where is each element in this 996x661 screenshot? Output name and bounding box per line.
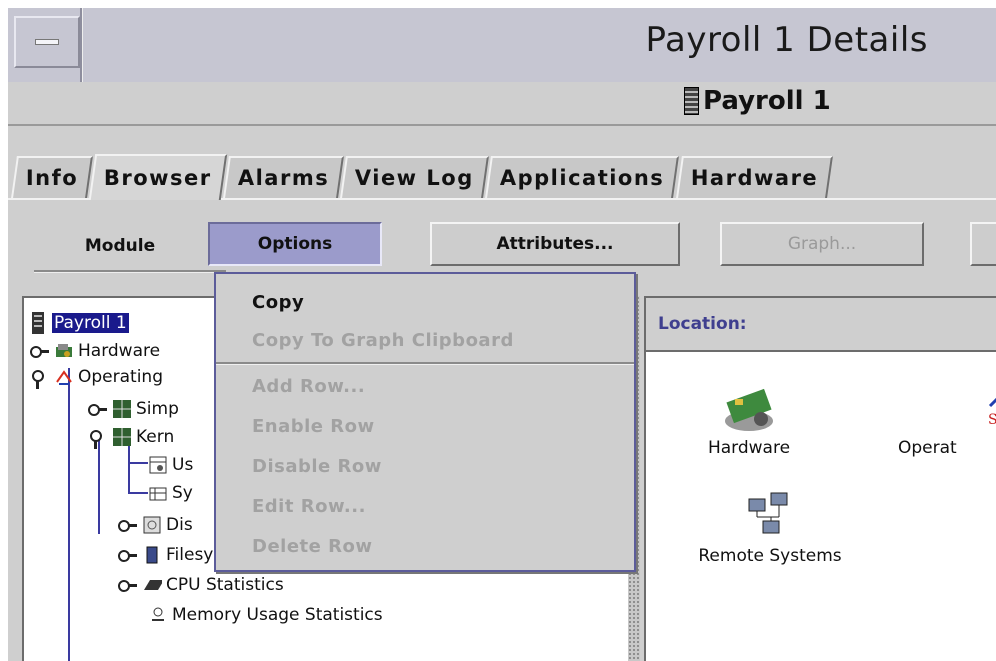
table-icon [148,455,168,475]
tab-info[interactable]: Info [11,156,94,198]
tree-label: Sy [172,483,193,503]
tab-info-label: Info [25,166,79,190]
collapse-icon[interactable] [30,370,44,389]
tree-line [128,462,148,464]
expand-icon[interactable] [88,402,107,416]
hardware-card-icon [694,378,804,438]
tab-hardware-label: Hardware [690,166,819,190]
window-menu-button[interactable] [14,16,80,68]
module-grid-icon [112,399,132,419]
cpu-chip-icon [142,575,162,595]
window-menu-icon [35,39,59,45]
memory-icon [148,605,168,625]
location-item-label: Remote Systems [698,546,842,566]
module-menu-button[interactable]: Module [38,224,202,268]
module-grid-icon [112,427,132,447]
tab-alarms-label: Alarms [237,166,330,190]
details-window: Payroll 1 Details Payroll 1 Info Browser… [6,6,996,661]
disk-icon [142,515,162,535]
tree-label: Memory Usage Statistics [172,605,383,625]
window-title: Payroll 1 Details [645,20,928,60]
server-icon [28,312,48,334]
host-header: Payroll 1 [8,82,996,126]
tab-bar: Info Browser Alarms View Log Application… [11,154,834,200]
title-bar: Payroll 1 Details [8,8,996,84]
hardware-icon [54,341,74,361]
location-item-label: Hardware [707,438,791,458]
tree-node-kernel[interactable]: Kern [88,424,174,450]
menu-item-copy[interactable]: Copy [252,292,304,313]
tab-alarms[interactable]: Alarms [223,156,345,198]
tree-label: Simp [136,399,179,419]
collapse-icon[interactable] [88,430,102,449]
expand-icon[interactable] [118,518,137,532]
options-menu-button[interactable]: Options [208,222,382,266]
tree-node-disk[interactable]: Dis [118,512,193,538]
tree-node-system[interactable]: Sy [148,480,193,506]
location-item-remote-systems[interactable]: Remote Systems [680,486,860,566]
expand-icon[interactable] [118,578,137,592]
tree-root[interactable]: Payroll 1 [28,310,129,336]
tree-node-memory[interactable]: Memory Usage Statistics [148,602,383,628]
tree-line [128,492,148,494]
tab-applications[interactable]: Applications [485,156,680,198]
tab-view-log[interactable]: View Log [340,156,490,198]
location-bar: Location: [646,298,996,352]
tree-label: Us [172,455,194,475]
menu-item-copy-to-graph-clipboard[interactable]: Copy To Graph Clipboard [252,330,514,351]
menu-item-enable-row[interactable]: Enable Row [252,416,375,437]
tab-browser[interactable]: Browser [89,154,228,200]
location-pane: Location: Hardware Sc Operat [644,296,996,661]
tree-node-user[interactable]: Us [148,452,193,478]
title-bar-divider [80,8,82,82]
location-item-operating-system[interactable]: Sc Operat [898,378,996,458]
tree-line [68,368,70,661]
tree-label: Operating [78,367,163,387]
toolbar-divider [34,270,226,272]
menu-item-disable-row[interactable]: Disable Row [252,456,382,477]
tab-browser-label: Browser [104,166,212,190]
menu-separator [216,362,634,364]
tree-node-cpu[interactable]: CPU Statistics [118,572,284,598]
menu-item-edit-row[interactable]: Edit Row... [252,496,366,517]
server-icon [684,87,699,115]
network-computers-icon [680,486,860,546]
tree-node-simple[interactable]: Simp [88,396,179,422]
svg-text:Sc: Sc [988,412,996,428]
next-toolbar-button[interactable] [970,222,996,266]
location-item-hardware[interactable]: Hardware [694,378,804,458]
tree-label: Hardware [78,341,161,361]
tree-label: Kern [136,427,175,447]
solaris-logo-icon [54,367,74,387]
tree-node-hardware[interactable]: Hardware [30,338,160,364]
tab-view-log-label: View Log [355,166,475,190]
options-dropdown-menu: Copy Copy To Graph Clipboard Add Row... … [214,272,636,572]
location-label: Location: [658,314,747,334]
expand-icon[interactable] [118,548,137,562]
tree-label: CPU Statistics [166,575,284,595]
expand-icon[interactable] [30,344,49,358]
menu-item-delete-row[interactable]: Delete Row [252,536,372,557]
tree-node-operating[interactable]: Operating [30,364,163,390]
host-name: Payroll 1 [703,86,831,116]
tree-label: Dis [166,515,193,535]
host-name-label: Payroll 1 [684,86,831,116]
tab-applications-label: Applications [500,166,665,190]
filesystem-icon [142,545,162,565]
tab-hardware[interactable]: Hardware [675,156,834,198]
tree-root-label: Payroll 1 [52,313,129,333]
solaris-logo-icon: Sc [898,378,996,438]
menu-item-add-row[interactable]: Add Row... [252,376,365,397]
attributes-button[interactable]: Attributes... [430,222,680,266]
location-item-label: Operat [898,438,957,458]
chart-table-icon [148,483,168,503]
graph-button[interactable]: Graph... [720,222,924,266]
